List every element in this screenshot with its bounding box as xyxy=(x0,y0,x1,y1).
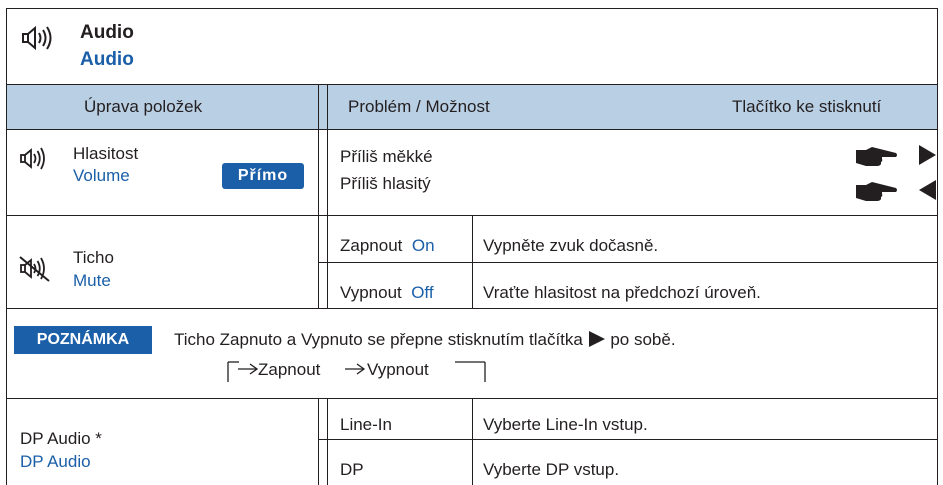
mute-icon xyxy=(19,256,50,282)
page-title-secondary: Audio xyxy=(80,49,134,70)
left-triangle-icon xyxy=(919,180,936,200)
page-title: Audio xyxy=(80,22,134,43)
divider xyxy=(318,262,937,263)
header-problem: Problém / Možnost xyxy=(348,97,490,116)
note-badge: POZNÁMKA xyxy=(14,326,152,354)
mute-off-label: Vypnout Off xyxy=(340,283,434,303)
dp-audio-label-en: DP Audio xyxy=(20,452,91,471)
column-separator xyxy=(327,398,328,485)
header-adjust: Úprava položek xyxy=(84,97,203,116)
pointing-hand-left-icon xyxy=(856,182,897,201)
note-text-after: po sobě. xyxy=(610,330,676,349)
mute-on-en: On xyxy=(411,236,435,255)
right-triangle-icon xyxy=(919,145,936,165)
cycle-b: Vypnout xyxy=(367,360,429,379)
mute-off-en: Off xyxy=(411,283,434,302)
mute-off-text: Vypnout xyxy=(340,283,402,302)
volume-icon xyxy=(20,147,45,170)
header-button: Tlačítko ke stisknutí xyxy=(732,97,882,116)
too-soft-text: Příliš měkké xyxy=(340,147,433,166)
table-border-top xyxy=(6,8,938,9)
pointing-hand-right-icon xyxy=(856,147,897,166)
cycle-arrow-icon xyxy=(238,363,259,375)
mute-label-en: Mute xyxy=(73,271,111,290)
dp-opt1-desc: Vyberte Line-In vstup. xyxy=(483,415,648,434)
play-triangle-icon xyxy=(588,331,605,347)
divider xyxy=(6,84,938,85)
cycle-arrow-icon xyxy=(345,363,366,375)
column-separator xyxy=(318,84,319,308)
dp-opt2: DP xyxy=(340,460,364,479)
volume-label: Hlasitost xyxy=(73,144,139,163)
column-separator xyxy=(472,215,473,308)
mute-off-desc: Vraťte hlasitost na předchozí úroveň. xyxy=(483,283,761,302)
table-border-right xyxy=(937,8,938,485)
too-loud-text: Příliš hlasitý xyxy=(340,174,431,193)
cycle-a: Zapnout xyxy=(258,360,321,379)
divider xyxy=(6,129,938,130)
divider xyxy=(6,308,938,309)
column-separator xyxy=(327,84,328,308)
column-separator xyxy=(472,398,473,485)
note-text-before: Ticho Zapnuto a Vypnuto se přepne stiskn… xyxy=(174,330,583,349)
column-separator xyxy=(318,398,319,485)
dp-opt2-desc: Vyberte DP vstup. xyxy=(483,460,620,479)
mute-on-text: Zapnout xyxy=(340,236,403,255)
note-text: Ticho Zapnuto a Vypnuto se přepne stiskn… xyxy=(174,330,676,350)
mute-on-desc: Vypněte zvuk dočasně. xyxy=(483,236,659,255)
mute-label: Ticho xyxy=(73,248,114,267)
direct-badge: Přímo xyxy=(222,163,304,189)
divider xyxy=(318,439,937,440)
speaker-icon xyxy=(22,25,52,51)
dp-audio-label: DP Audio * xyxy=(20,429,102,448)
dp-opt1: Line-In xyxy=(340,415,392,434)
mute-on-label: Zapnout On xyxy=(340,236,435,256)
table-border-left xyxy=(6,8,7,485)
volume-label-en: Volume xyxy=(73,166,130,185)
